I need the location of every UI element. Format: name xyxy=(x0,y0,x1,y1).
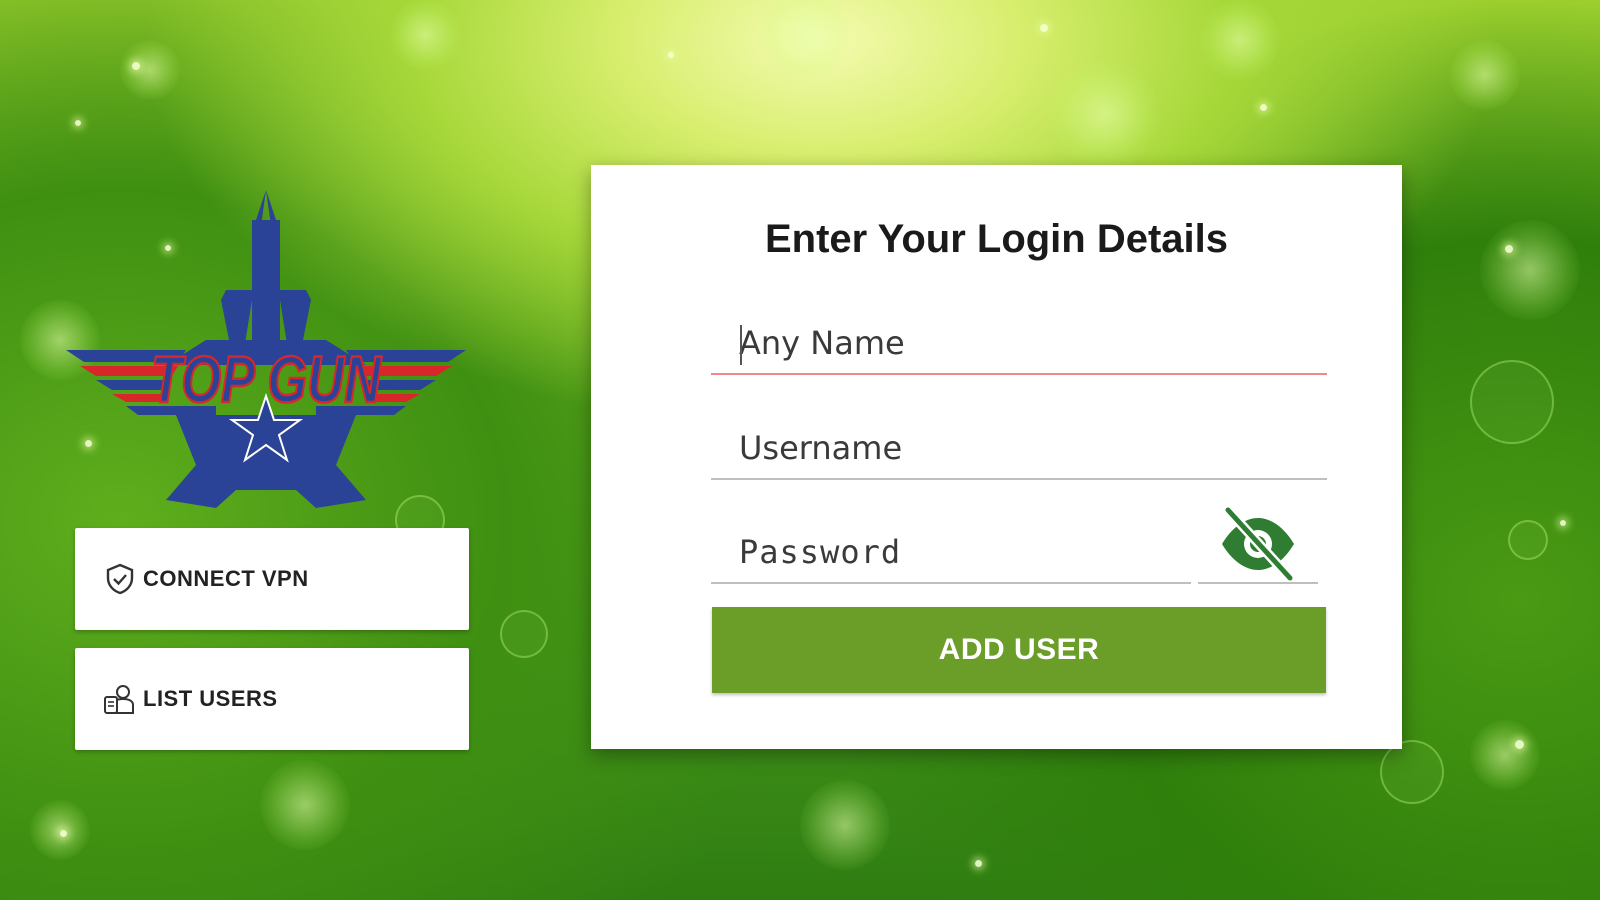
text-cursor xyxy=(740,325,742,365)
connect-vpn-button[interactable]: CONNECT VPN xyxy=(75,528,469,630)
list-users-label: LIST USERS xyxy=(143,686,278,711)
shield-check-icon xyxy=(103,562,137,596)
top-gun-logo-graphic: TOP GUN xyxy=(66,190,466,508)
add-user-button[interactable]: ADD USER xyxy=(712,607,1326,693)
users-icon xyxy=(103,682,137,716)
login-card: Enter Your Login Details ADD USER xyxy=(591,165,1402,749)
connect-vpn-label: CONNECT VPN xyxy=(143,566,309,591)
eye-off-icon xyxy=(1222,505,1295,582)
login-title: Enter Your Login Details xyxy=(764,217,1229,261)
any-name-input[interactable] xyxy=(711,313,1327,373)
list-users-button[interactable]: LIST USERS xyxy=(75,648,469,750)
any-name-field-wrapper xyxy=(711,313,1327,375)
toggle-password-visibility[interactable] xyxy=(1198,505,1318,584)
logo-text: TOP GUN xyxy=(151,342,382,416)
username-input[interactable] xyxy=(711,418,1327,478)
password-field-wrapper xyxy=(711,522,1191,584)
username-field-wrapper xyxy=(711,418,1327,480)
password-input[interactable] xyxy=(711,522,1191,582)
top-gun-logo: TOP GUN xyxy=(66,190,476,520)
